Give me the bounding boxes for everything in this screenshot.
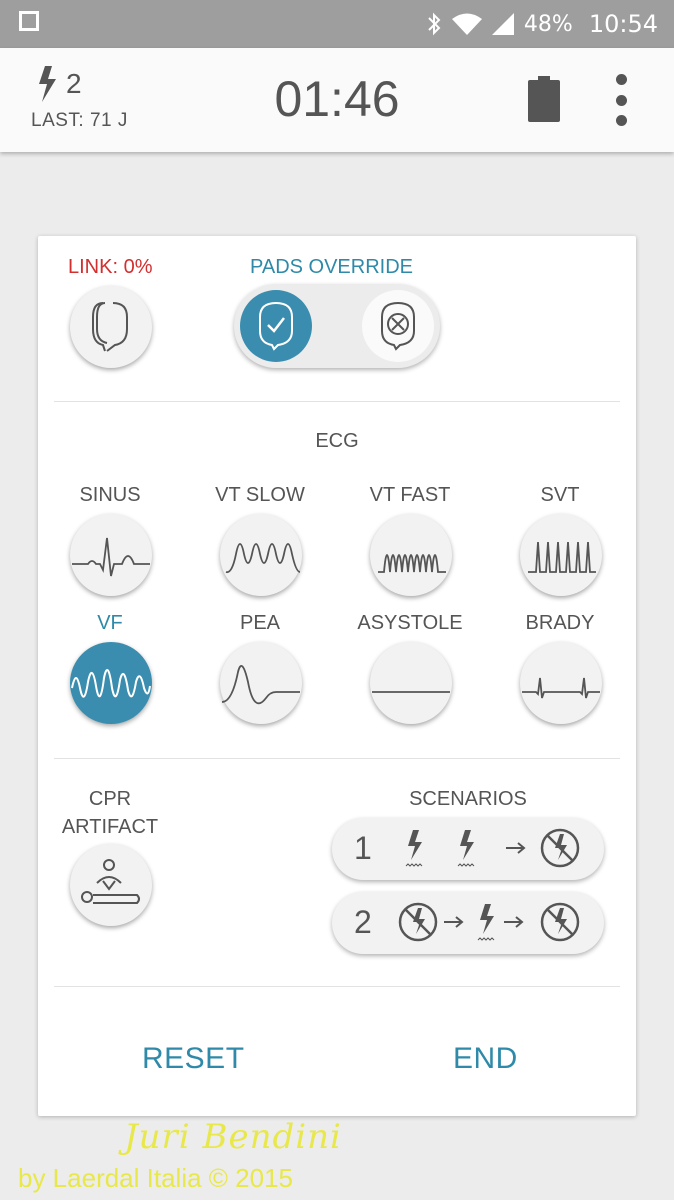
scenario-2-button[interactable]: 2	[332, 892, 604, 954]
end-button[interactable]: END	[453, 1042, 518, 1076]
sinus-waveform-icon	[72, 537, 150, 577]
vf-waveform-icon	[71, 669, 151, 698]
cpr-label-line2: ARTIFACT	[61, 816, 159, 838]
battery-percent: 48%	[523, 11, 573, 37]
scenario-1-button[interactable]: 1	[332, 818, 604, 880]
pads-x-icon	[381, 301, 415, 351]
rhythm-vt-slow-button[interactable]	[220, 514, 302, 596]
rhythm-pea-button[interactable]	[220, 642, 302, 724]
square-icon	[19, 11, 39, 31]
no-shock-icon	[398, 902, 438, 942]
no-shock-icon	[540, 828, 580, 868]
ecg-title: ECG	[315, 430, 359, 452]
vt-slow-waveform-icon	[225, 543, 301, 574]
shock-icon	[477, 904, 495, 941]
rhythm-label-vf: VF	[97, 612, 123, 634]
cpr-icon	[81, 859, 140, 904]
status-bar: 48% 10:54	[0, 0, 674, 48]
rhythm-brady-button[interactable]	[520, 642, 602, 724]
rhythm-vf-button[interactable]	[70, 642, 152, 724]
pads-override-toggle[interactable]	[234, 284, 440, 368]
rhythm-sinus-button[interactable]	[70, 514, 152, 596]
rhythm-label-sinus: SINUS	[79, 484, 141, 506]
rhythm-svt-button[interactable]	[520, 514, 602, 596]
shock-icon	[405, 830, 423, 867]
divider	[54, 758, 620, 759]
pads-connected-knob[interactable]	[240, 290, 312, 362]
pads-icon	[92, 302, 128, 352]
pads-disconnected-knob[interactable]	[362, 290, 434, 362]
scenario-1-number: 1	[354, 830, 372, 866]
watermark-signature: Juri Bendini	[124, 1117, 342, 1157]
control-card: LINK: 0% PADS OVERRIDE ECG SINUS VT SLOW…	[38, 236, 636, 1116]
rhythm-label-vt-fast: VT FAST	[369, 484, 451, 506]
rhythm-label-svt: SVT	[540, 484, 580, 506]
elapsed-timer: 01:46	[274, 71, 400, 127]
svt-waveform-icon	[528, 541, 596, 573]
overflow-menu-icon[interactable]	[607, 74, 635, 126]
scenario-2-number: 2	[354, 904, 372, 940]
scenario-2-sequence-icon	[398, 902, 580, 942]
battery-icon	[528, 76, 560, 122]
no-shock-icon	[540, 902, 580, 942]
asystole-waveform-icon	[372, 691, 450, 693]
app-bar: 2 LAST: 71 J 01:46	[0, 48, 674, 152]
vt-fast-waveform-icon	[378, 554, 446, 573]
pads-check-icon	[259, 301, 293, 351]
link-label: LINK: 0%	[68, 256, 153, 278]
rhythm-label-pea: PEA	[239, 612, 281, 634]
pads-override-label: PADS OVERRIDE	[250, 256, 413, 278]
brady-waveform-icon	[522, 677, 600, 699]
cpr-artifact-button[interactable]	[70, 844, 152, 926]
arrow-right-icon	[504, 916, 524, 928]
bluetooth-icon	[428, 12, 441, 36]
wifi-icon	[451, 13, 482, 35]
arrow-right-icon	[444, 916, 464, 928]
pea-waveform-icon	[221, 665, 300, 705]
signal-icon	[491, 13, 514, 35]
rhythm-label-asystole: ASYSTOLE	[357, 612, 463, 634]
status-icons: 48% 10:54	[426, 0, 658, 48]
pads-link-button[interactable]	[70, 286, 152, 368]
divider	[54, 401, 620, 402]
rhythm-vt-fast-button[interactable]	[370, 514, 452, 596]
shock-icon	[457, 830, 475, 867]
rhythm-label-vt-slow: VT SLOW	[215, 484, 305, 506]
reset-button[interactable]: RESET	[142, 1042, 245, 1076]
arrow-right-icon	[506, 842, 526, 854]
scenarios-title: SCENARIOS	[409, 788, 527, 810]
clock: 10:54	[588, 10, 658, 38]
rhythm-asystole-button[interactable]	[370, 642, 452, 724]
cpr-label-line1: CPR	[88, 788, 132, 810]
scenario-1-sequence-icon	[405, 828, 580, 868]
watermark-copyright: by Laerdal Italia © 2015	[18, 1163, 294, 1193]
rhythm-label-brady: BRADY	[525, 612, 595, 634]
divider	[54, 986, 620, 987]
